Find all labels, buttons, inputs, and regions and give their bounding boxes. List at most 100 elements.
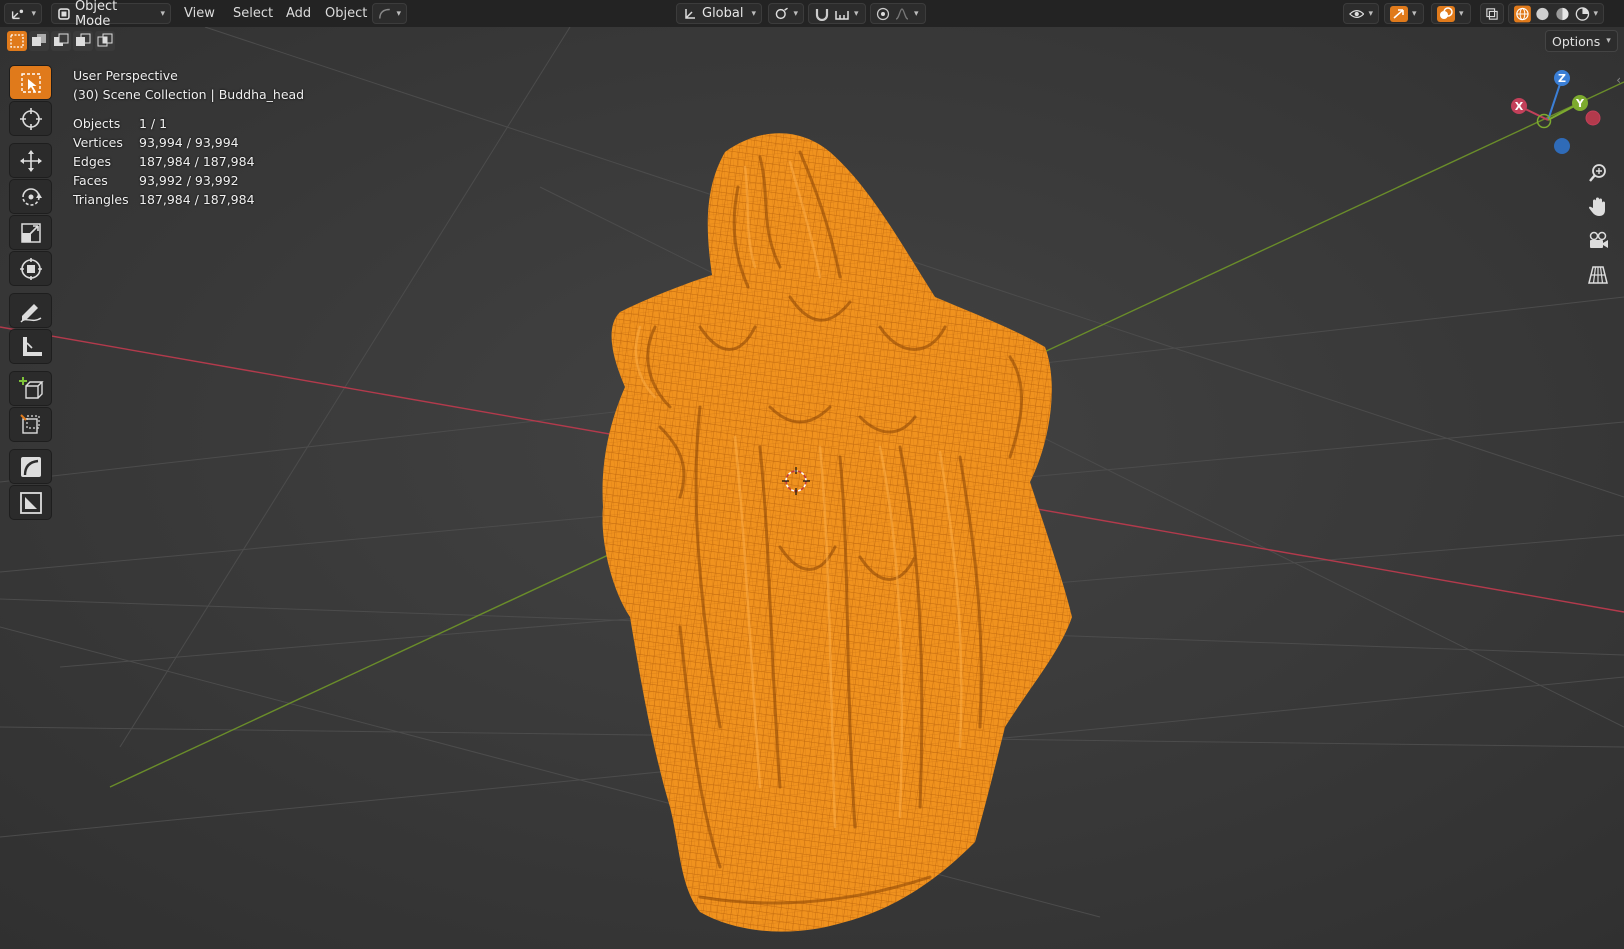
snap-button[interactable]: ▾ — [808, 3, 866, 24]
xray-button[interactable] — [1480, 3, 1504, 24]
cursor-tool[interactable] — [9, 101, 52, 136]
orientation-axes-icon — [685, 8, 695, 19]
y-axis-label: Y — [1575, 97, 1585, 110]
stat-value: 93,992 / 93,992 — [139, 173, 239, 188]
grid-perspective-icon — [1588, 266, 1608, 284]
pivot-point-button[interactable]: ▾ — [768, 3, 804, 24]
collection-label: (30) Scene Collection | Buddha_head — [73, 87, 305, 102]
eye-icon — [1349, 9, 1365, 18]
curve-icon — [379, 8, 390, 19]
add-cube-tool[interactable] — [9, 371, 52, 406]
neg-z-axis-handle[interactable] — [1554, 138, 1570, 154]
move-tool[interactable] — [9, 143, 52, 178]
zoom-button[interactable] — [1584, 159, 1612, 187]
chevron-down-icon: ▾ — [1606, 36, 1611, 46]
z-axis-label: Z — [1558, 72, 1566, 85]
rendered-shading-icon[interactable] — [1574, 5, 1591, 23]
stat-value: 93,994 / 93,994 — [139, 135, 239, 150]
proportional-edit-button[interactable]: ▾ — [870, 3, 926, 24]
neg-x-axis-handle[interactable] — [1585, 110, 1601, 126]
clip-tool[interactable] — [9, 407, 52, 442]
select-difference-icon[interactable] — [73, 31, 93, 51]
chevron-down-icon: ▾ — [1459, 8, 1464, 19]
object-mode-icon — [58, 7, 70, 20]
menu-object[interactable]: Object — [318, 3, 374, 24]
neg-y-axis-handle[interactable] — [1536, 113, 1552, 129]
chevron-down-icon: ▾ — [1412, 8, 1417, 19]
mode-dropdown[interactable]: Object Mode ▾ — [51, 0, 171, 29]
chevron-down-icon: ▾ — [914, 8, 919, 19]
editor-type-button[interactable]: ▾ — [4, 3, 42, 24]
ortho-toggle-button[interactable] — [1584, 261, 1612, 289]
stat-row: Vertices 93,994 / 93,994 — [73, 133, 304, 152]
annotate-tool[interactable] — [9, 293, 52, 328]
scene-statistics: Objects 1 / 1 Vertices 93,994 / 93,994 E… — [73, 114, 304, 209]
orientation-label: Global — [702, 6, 744, 21]
stat-label: Vertices — [73, 135, 123, 150]
x-axis-label: X — [1515, 100, 1524, 113]
pan-button[interactable] — [1584, 193, 1612, 221]
pivot-icon — [775, 7, 788, 19]
view-perspective-label: User Perspective — [73, 68, 178, 83]
transform-icon — [19, 257, 42, 280]
chevron-down-icon: ▾ — [31, 8, 36, 19]
stat-value: 187,984 / 187,984 — [139, 192, 255, 207]
tool-header — [0, 28, 1624, 56]
stat-value: 1 / 1 — [139, 116, 168, 131]
menu-select[interactable]: Select — [226, 3, 280, 24]
options-dropdown[interactable]: Options ▾ — [1545, 30, 1618, 52]
annotate-icon — [19, 303, 41, 323]
solid-shading-icon[interactable] — [1534, 5, 1551, 23]
stat-row: Edges 187,984 / 187,984 — [73, 152, 304, 171]
frame-tool[interactable] — [9, 485, 52, 520]
proportional-edit-icon — [876, 7, 890, 20]
viewport-header: ▾ Object Mode ▾ View Select Add Object ▾… — [0, 0, 1624, 29]
selection-mode-buttons — [7, 31, 115, 51]
falloff-curve-icon — [895, 7, 909, 20]
zoom-icon — [1589, 164, 1606, 182]
select-new-icon[interactable] — [7, 31, 27, 51]
scale-tool[interactable] — [9, 215, 52, 250]
wireframe-shading-icon[interactable] — [1514, 5, 1531, 23]
rotate-icon — [21, 187, 42, 206]
stat-label: Faces — [73, 173, 108, 188]
stat-label: Triangles — [73, 192, 129, 207]
rotate-tool[interactable] — [9, 179, 52, 214]
chevron-down-icon[interactable]: ▾ — [1593, 9, 1598, 19]
snap-increment-icon — [835, 10, 849, 20]
transform-orientation-dropdown[interactable]: Global ▾ — [676, 3, 762, 24]
visibility-button[interactable]: ▾ — [1343, 3, 1379, 24]
gizmo-toggle-button[interactable]: ▾ — [1384, 3, 1424, 24]
stat-label: Objects — [73, 116, 121, 131]
chevron-down-icon: ▾ — [1368, 8, 1373, 19]
camera-icon — [1589, 231, 1608, 248]
hand-icon — [1589, 197, 1605, 216]
material-shading-icon[interactable] — [1554, 5, 1571, 23]
scale-icon — [20, 222, 41, 243]
add-cube-icon — [18, 376, 44, 399]
editor-type-icon — [11, 9, 24, 19]
chevron-down-icon: ▾ — [160, 8, 165, 19]
measure-tool[interactable] — [9, 329, 52, 364]
select-subtract-icon[interactable] — [51, 31, 71, 51]
chevron-down-icon: ▾ — [793, 8, 798, 19]
stat-row: Faces 93,992 / 93,992 — [73, 171, 304, 190]
gpencil-button[interactable]: ▾ — [372, 3, 407, 24]
overlays-button[interactable]: ▾ — [1431, 3, 1471, 24]
frame-icon — [19, 491, 42, 514]
xray-icon — [1486, 7, 1498, 20]
mode-label: Object Mode — [74, 0, 118, 29]
select-box-tool[interactable] — [9, 65, 52, 100]
cursor-icon — [19, 107, 42, 130]
magnet-icon — [815, 8, 829, 21]
overlays-icon — [1437, 5, 1455, 22]
transform-tool[interactable] — [9, 251, 52, 286]
menu-add[interactable]: Add — [279, 3, 318, 24]
stat-value: 187,984 / 187,984 — [139, 154, 255, 169]
gizmo-icon — [1390, 5, 1408, 22]
shear-tool[interactable] — [9, 449, 52, 484]
select-extend-icon[interactable] — [29, 31, 49, 51]
menu-view[interactable]: View — [177, 3, 222, 24]
select-intersect-icon[interactable] — [95, 31, 115, 51]
camera-view-button[interactable] — [1584, 227, 1612, 255]
